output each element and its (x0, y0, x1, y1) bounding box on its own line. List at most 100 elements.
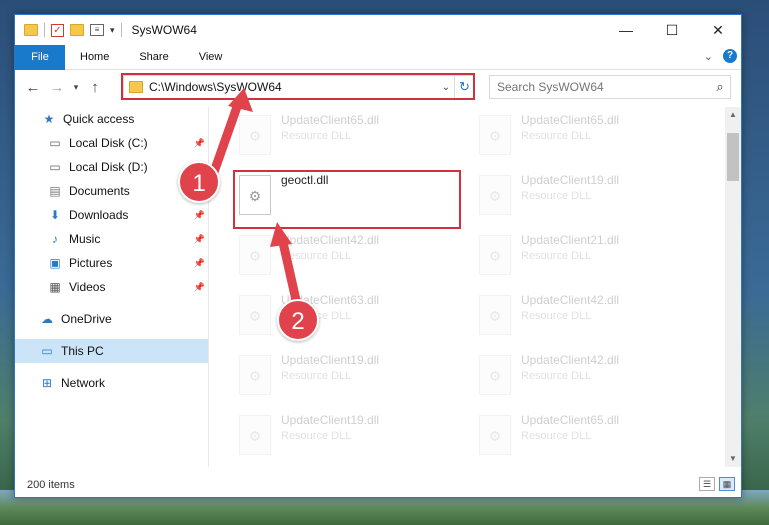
dll-file-icon: ⚙ (479, 295, 511, 335)
dll-file-icon: ⚙ (479, 115, 511, 155)
forward-arrow-icon[interactable]: → (45, 79, 69, 96)
scroll-up-arrow-icon[interactable]: ▲ (725, 107, 741, 123)
pin-icon: 📌 (193, 281, 205, 292)
dll-file-icon: ⚙ (239, 295, 271, 335)
sidebar-item-pictures[interactable]: ▣ Pictures 📌 (15, 251, 208, 275)
sidebar-item-label: Local Disk (C:) (69, 136, 148, 150)
tab-share[interactable]: Share (124, 51, 183, 63)
search-icon[interactable]: ⌕ (710, 79, 730, 95)
sidebar-item-this-pc[interactable]: ▭ This PC (15, 339, 208, 363)
sidebar-item-music[interactable]: ♪ Music 📌 (15, 227, 208, 251)
dll-file-icon: ⚙ (479, 235, 511, 275)
list-item-geoctl-dll[interactable]: ⚙ geoctl.dll (235, 171, 455, 223)
new-folder-icon[interactable] (70, 24, 84, 36)
list-item[interactable]: ⚙ UpdateClient21.dll Resource DLL (475, 231, 695, 283)
tab-file[interactable]: File (15, 44, 65, 70)
details-view-icon[interactable]: ☰ (699, 477, 715, 491)
large-icons-view-icon[interactable]: ▦ (719, 477, 735, 491)
dll-file-icon: ⚙ (239, 415, 271, 455)
list-item[interactable]: ⚙ UpdateClient63.dllResource DLL (235, 291, 455, 343)
list-item[interactable]: ⚙ UpdateClient42.dll Resource DLL (475, 291, 695, 343)
item-count: 200 items (27, 479, 75, 491)
scroll-thumb[interactable] (727, 133, 739, 181)
properties-check-icon[interactable]: ✓ (51, 23, 64, 37)
minimize-button[interactable]: — (603, 15, 649, 45)
navigation-pane: ★ Quick access ▭ Local Disk (C:) 📌 ▭ Loc… (15, 107, 209, 467)
up-arrow-icon[interactable]: ↑ (83, 79, 107, 96)
sidebar-item-label: Quick access (63, 112, 135, 126)
status-bar: 200 items ☰ ▦ (15, 473, 741, 497)
file-type: Resource DLL (521, 370, 592, 382)
refresh-icon[interactable]: ↻ (454, 76, 474, 98)
download-icon: ⬇ (49, 208, 61, 222)
dll-file-icon: ⚙ (239, 235, 271, 275)
expand-ribbon-chevron-icon[interactable]: ⌄ (704, 50, 713, 63)
address-path[interactable]: C:\Windows\SysWOW64 (149, 80, 438, 94)
address-bar[interactable]: C:\Windows\SysWOW64 ⌄ ↻ (123, 75, 475, 99)
vertical-scrollbar[interactable]: ▲ ▼ (725, 107, 741, 467)
sidebar-item-label: Downloads (69, 208, 129, 222)
sidebar-item-label: OneDrive (61, 312, 112, 326)
dll-file-icon: ⚙ (479, 355, 511, 395)
address-dropdown-chevron-icon[interactable]: ⌄ (438, 82, 454, 93)
file-name: geoctl.dll (281, 173, 329, 187)
scroll-down-arrow-icon[interactable]: ▼ (725, 451, 741, 467)
window-controls: — ☐ ✕ (603, 15, 741, 45)
drive-icon: ▭ (49, 136, 61, 150)
sidebar-item-label: This PC (61, 344, 104, 358)
list-item[interactable]: ⚙ UpdateClient42.dll Resource DLL (475, 351, 695, 403)
list-item[interactable]: ⚙ UpdateClient65.dll Resource DLL (475, 111, 695, 163)
file-explorer-window: ✓ ≡ ▾ SysWOW64 — ☐ ✕ File Home Share Vie… (14, 14, 742, 498)
close-button[interactable]: ✕ (695, 15, 741, 45)
file-name: UpdateClient65.dll (521, 413, 620, 427)
dll-file-icon: ⚙ (239, 175, 271, 215)
window-title: SysWOW64 (131, 23, 197, 37)
file-name: UpdateClient19.dll (521, 173, 620, 187)
file-list: ⚙ UpdateClient65.dll Resource DLL ⚙ Updat… (215, 107, 723, 467)
help-icon[interactable]: ? (723, 49, 737, 63)
list-item[interactable]: ⚙ UpdateClient42.dll Resource DLL (235, 231, 455, 283)
sidebar-item-videos[interactable]: ▦ Videos 📌 (15, 275, 208, 299)
properties-icon[interactable]: ≡ (90, 24, 104, 36)
dll-file-icon: ⚙ (479, 415, 511, 455)
view-toggles: ☰ ▦ (699, 477, 735, 491)
sidebar-item-onedrive[interactable]: ☁ OneDrive (15, 307, 208, 331)
sidebar-item-downloads[interactable]: ⬇ Downloads 📌 (15, 203, 208, 227)
search-input[interactable] (497, 80, 710, 94)
dll-file-icon: ⚙ (239, 355, 271, 395)
callout-badge-1: 1 (178, 161, 220, 203)
videos-icon: ▦ (49, 280, 61, 294)
computer-icon: ▭ (41, 344, 53, 358)
pin-icon: 📌 (193, 209, 205, 220)
sidebar-item-label: Music (69, 232, 101, 246)
file-type: Resource DLL (281, 130, 352, 142)
toolbar-divider (120, 23, 122, 37)
tab-view[interactable]: View (184, 51, 238, 63)
music-icon: ♪ (52, 232, 58, 246)
list-item[interactable]: ⚙ UpdateClient19.dll Resource DLL (235, 411, 455, 463)
file-name: UpdateClient65.dll (521, 113, 620, 127)
sidebar-item-network[interactable]: ⊞ Network (15, 371, 208, 395)
list-item[interactable]: ⚙ UpdateClient65.dll Resource DLL (475, 411, 695, 463)
sidebar-item-label: Local Disk (D:) (69, 160, 148, 174)
sidebar-item-label: Pictures (69, 256, 113, 270)
sidebar-item-local-disk-c[interactable]: ▭ Local Disk (C:) 📌 (15, 131, 208, 155)
list-item[interactable]: ⚙ UpdateClient65.dll Resource DLL (235, 111, 455, 163)
maximize-button[interactable]: ☐ (649, 15, 695, 45)
list-item[interactable]: ⚙ UpdateClient19.dll Resource DLL (235, 351, 455, 403)
list-item[interactable]: ⚙ UpdateClient19.dll Resource DLL (475, 171, 695, 223)
tab-home[interactable]: Home (65, 51, 124, 63)
folder-icon (129, 81, 143, 93)
search-box[interactable]: ⌕ (489, 75, 731, 99)
sidebar-item-quick-access[interactable]: ★ Quick access (15, 107, 208, 131)
callout-badge-2: 2 (277, 299, 319, 341)
sidebar-item-label: Network (61, 376, 106, 390)
customize-toolbar-chevron-icon[interactable]: ▾ (110, 25, 115, 36)
back-arrow-icon[interactable]: ← (21, 79, 45, 96)
file-type: Resource DLL (281, 370, 352, 382)
recent-locations-chevron-icon[interactable]: ▾ (69, 82, 83, 93)
file-type: Resource DLL (281, 250, 352, 262)
